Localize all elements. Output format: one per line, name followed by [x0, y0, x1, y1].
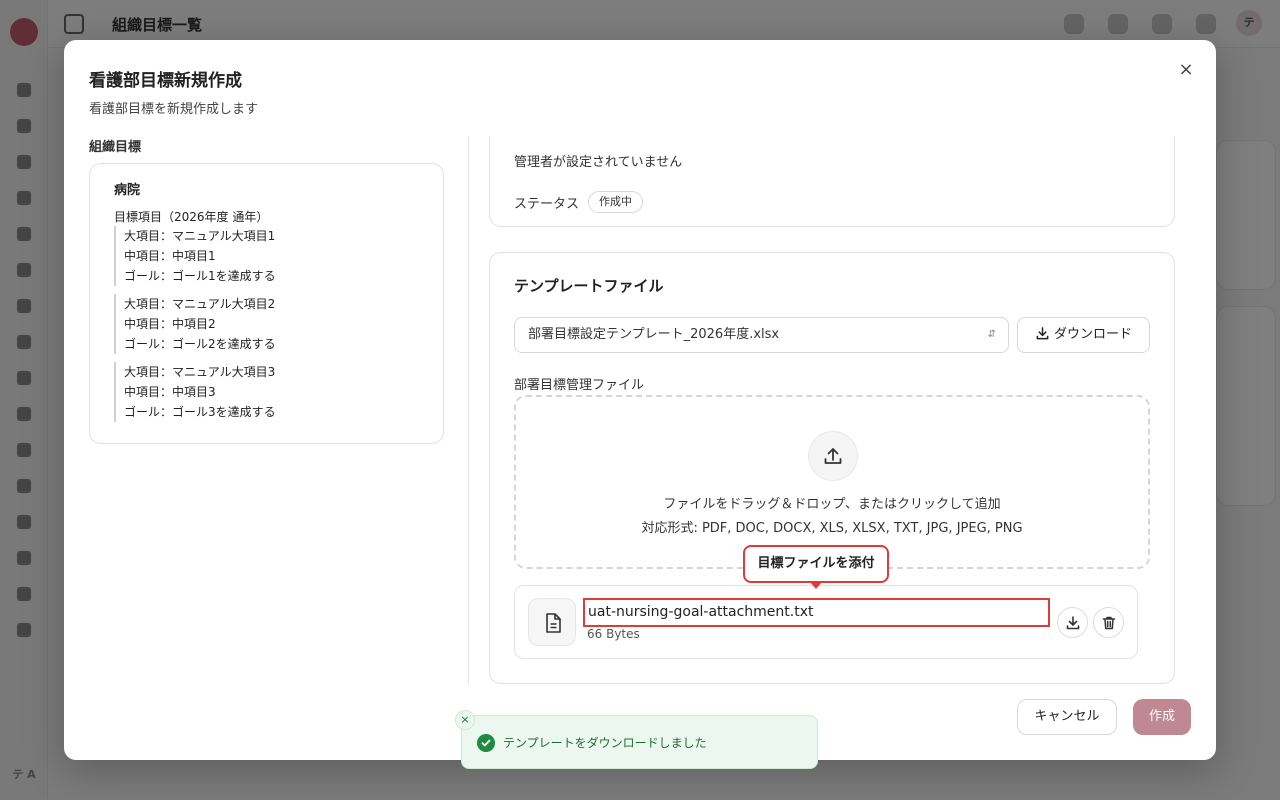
middle-item: 中項目：中項目3: [124, 385, 216, 399]
toast-message: テンプレートをダウンロードしました: [503, 736, 707, 750]
goal-item: ゴール：ゴール3を達成する: [124, 405, 276, 419]
middle-item: 中項目：中項目2: [124, 317, 216, 331]
cancel-button[interactable]: キャンセル: [1017, 699, 1117, 735]
hospital-name: 病院: [114, 183, 141, 198]
close-icon[interactable]: ×: [1176, 60, 1196, 80]
template-select-value: 部署目標設定テンプレート_2026年度.xlsx: [528, 327, 780, 342]
create-goal-dialog: 看護部目標新規作成 看護部目標を新規作成します × 組織目標 病院 目標項目（2…: [64, 40, 1216, 760]
file-delete-button[interactable]: [1093, 607, 1124, 638]
attached-file-name: uat-nursing-goal-attachment.txt: [583, 598, 1050, 627]
org-goals-card: 病院 目標項目（2026年度 通年） 大項目：マニュアル大項目1 中項目：中項目…: [89, 163, 444, 444]
column-divider[interactable]: [468, 136, 469, 684]
attach-file-tooltip: 目標ファイルを添付: [743, 545, 889, 583]
goal-item: ゴール：ゴール1を達成する: [124, 269, 276, 283]
chevron-updown-icon: ⇵: [987, 329, 996, 340]
attached-file-row: uat-nursing-goal-attachment.txt 66 Bytes: [514, 585, 1138, 659]
goal-group: 大項目：マニュアル大項目1 中項目：中項目1 ゴール：ゴール1を達成する: [114, 226, 414, 286]
major-item: 大項目：マニュアル大項目3: [124, 365, 276, 379]
check-circle-icon: [477, 734, 495, 752]
file-section-label: 部署目標管理ファイル: [514, 378, 645, 393]
major-item: 大項目：マニュアル大項目2: [124, 297, 276, 311]
dialog-title: 看護部目標新規作成: [89, 71, 242, 91]
org-goals-label: 組織目標: [89, 140, 142, 155]
template-title: テンプレートファイル: [514, 277, 664, 295]
file-icon: [546, 613, 561, 633]
goal-period: 目標項目（2026年度 通年）: [114, 210, 269, 224]
dropzone-instructions: ファイルをドラッグ＆ドロップ、またはクリックして追加: [663, 497, 1001, 512]
file-dropzone[interactable]: ファイルをドラッグ＆ドロップ、またはクリックして追加 対応形式: PDF, DO…: [514, 395, 1150, 569]
goal-item: ゴール：ゴール2を達成する: [124, 337, 276, 351]
status-label: ステータス: [514, 197, 580, 212]
info-card: 管理者が設定されていません ステータス 作成中: [489, 136, 1175, 227]
major-item: 大項目：マニュアル大項目1: [124, 229, 276, 243]
file-icon-box: [528, 598, 576, 646]
download-button[interactable]: ダウンロード: [1017, 317, 1150, 353]
download-icon: [1066, 616, 1080, 630]
download-label: ダウンロード: [1053, 327, 1132, 342]
create-button[interactable]: 作成: [1133, 699, 1191, 735]
success-toast: テンプレートをダウンロードしました: [461, 715, 818, 769]
upload-icon-circle: [808, 431, 858, 481]
dialog-description: 看護部目標を新規作成します: [89, 102, 259, 117]
template-select[interactable]: 部署目標設定テンプレート_2026年度.xlsx ⇵: [514, 317, 1009, 353]
attached-file-size: 66 Bytes: [587, 627, 640, 641]
file-download-button[interactable]: [1057, 607, 1088, 638]
status-badge: 作成中: [588, 191, 643, 213]
goal-group: 大項目：マニュアル大項目3 中項目：中項目3 ゴール：ゴール3を達成する: [114, 362, 414, 422]
goal-group: 大項目：マニュアル大項目2 中項目：中項目2 ゴール：ゴール2を達成する: [114, 294, 414, 354]
middle-item: 中項目：中項目1: [124, 249, 216, 263]
dropzone-formats: 対応形式: PDF, DOC, DOCX, XLS, XLSX, TXT, JP…: [641, 521, 1023, 536]
upload-icon: [824, 448, 842, 464]
tooltip-arrow: [810, 582, 822, 589]
manager-text: 管理者が設定されていません: [514, 155, 683, 170]
right-panel-scroll[interactable]: 管理者が設定されていません ステータス 作成中 テンプレートファイル 部署目標設…: [489, 136, 1176, 684]
download-icon: [1036, 327, 1049, 340]
toast-close-icon[interactable]: ×: [455, 710, 475, 730]
template-card: テンプレートファイル 部署目標設定テンプレート_2026年度.xlsx ⇵ ダウ…: [489, 252, 1175, 684]
trash-icon: [1102, 616, 1116, 630]
